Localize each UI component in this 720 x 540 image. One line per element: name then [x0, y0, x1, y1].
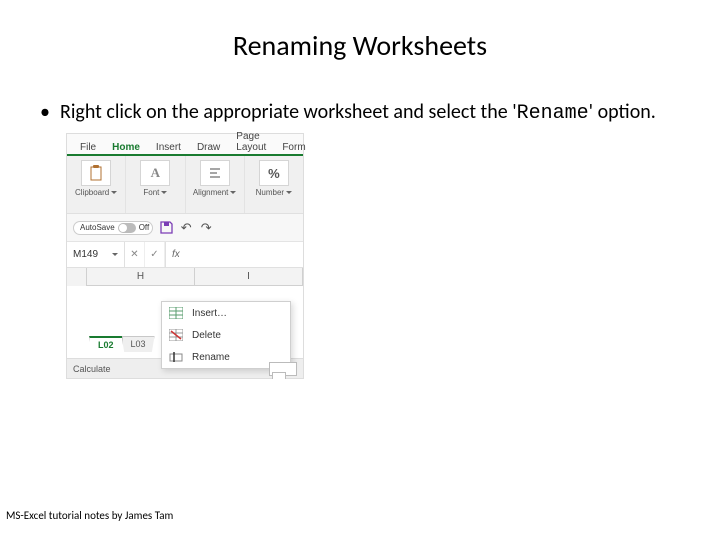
ribbon: Clipboard A Font Alignment % Number: [67, 156, 303, 214]
name-box[interactable]: M149: [67, 242, 125, 267]
bullet-code: Rename: [517, 102, 589, 125]
undo-icon[interactable]: ↶: [179, 221, 193, 235]
sheet-tab[interactable]: L03: [122, 336, 155, 352]
rename-icon: [168, 349, 184, 365]
caret-down-icon: [112, 253, 118, 256]
tab-draw[interactable]: Draw: [190, 139, 227, 154]
caret-down-icon: [161, 191, 167, 194]
tab-insert[interactable]: Insert: [149, 139, 188, 154]
autosave-switch-icon: [118, 223, 136, 233]
insert-grid-icon: [168, 305, 184, 321]
menu-item-delete[interactable]: Delete: [162, 324, 290, 346]
slide-title: Renaming Worksheets: [0, 0, 720, 81]
menu-item-insert[interactable]: Insert…: [162, 302, 290, 324]
caret-down-icon: [230, 191, 236, 194]
sheet-tabs: L02 L03: [89, 336, 154, 352]
ribbon-label-number: Number: [256, 188, 284, 197]
autosave-label: AutoSave: [80, 223, 115, 232]
caret-down-icon: [286, 191, 292, 194]
column-header[interactable]: I: [195, 268, 303, 285]
autosave-toggle[interactable]: AutoSave Off: [73, 221, 153, 235]
ribbon-group-font[interactable]: A Font: [126, 156, 185, 213]
menu-label-rename: Rename: [192, 352, 230, 363]
sheet-thumbnail: [269, 362, 297, 376]
caret-down-icon: [111, 191, 117, 194]
footer-note: MS-Excel tutorial notes by James Tam: [6, 509, 173, 522]
bullet-item: • Right click on the appropriate workshe…: [40, 99, 680, 127]
tab-home[interactable]: Home: [105, 139, 147, 156]
ribbon-group-alignment[interactable]: Alignment: [186, 156, 245, 213]
accept-formula-icon[interactable]: ✓: [145, 242, 165, 267]
redo-icon[interactable]: ↷: [199, 221, 213, 235]
sheet-area: H I L02 L03 Insert… Delete: [67, 268, 303, 358]
quick-access-toolbar: AutoSave Off ↶ ↷: [67, 214, 303, 242]
status-calculate: Calculate: [73, 364, 111, 374]
menu-label-delete: Delete: [192, 330, 221, 341]
font-icon: A: [140, 160, 170, 186]
autosave-state: Off: [139, 223, 150, 232]
save-icon[interactable]: [159, 221, 173, 235]
ribbon-label-font: Font: [143, 188, 159, 197]
name-fx-bar: M149 ✕ ✓ fx: [67, 242, 303, 268]
clipboard-icon: [81, 160, 111, 186]
cancel-formula-icon[interactable]: ✕: [125, 242, 145, 267]
bullet-dot: •: [40, 99, 50, 127]
column-headers: H I: [67, 268, 303, 286]
bullet-content: Right click on the appropriate worksheet…: [60, 99, 656, 127]
tab-file[interactable]: File: [73, 139, 103, 154]
alignment-icon: [200, 160, 230, 186]
body-text: • Right click on the appropriate workshe…: [0, 81, 720, 127]
ribbon-group-clipboard[interactable]: Clipboard: [67, 156, 126, 213]
ribbon-label-alignment: Alignment: [193, 188, 229, 197]
ribbon-tabbar: File Home Insert Draw Page Layout Form: [67, 134, 303, 156]
menu-label-insert: Insert…: [192, 308, 227, 319]
fx-label[interactable]: fx: [166, 249, 186, 260]
delete-grid-icon: [168, 327, 184, 343]
bullet-suffix: ' option.: [589, 100, 656, 124]
select-all-corner[interactable]: [67, 268, 87, 286]
worksheet-context-menu: Insert… Delete Rename: [161, 301, 291, 369]
tab-page-layout[interactable]: Page Layout: [229, 128, 273, 154]
name-box-value: M149: [73, 249, 98, 260]
ribbon-group-number[interactable]: % Number: [245, 156, 303, 213]
sheet-tab-active[interactable]: L02: [89, 336, 123, 352]
ribbon-label-clipboard: Clipboard: [75, 188, 109, 197]
bullet-prefix: Right click on the appropriate worksheet…: [60, 100, 517, 124]
column-header[interactable]: H: [87, 268, 195, 285]
excel-screenshot: File Home Insert Draw Page Layout Form C…: [66, 133, 304, 379]
tab-form[interactable]: Form: [275, 139, 312, 154]
percent-icon: %: [259, 160, 289, 186]
